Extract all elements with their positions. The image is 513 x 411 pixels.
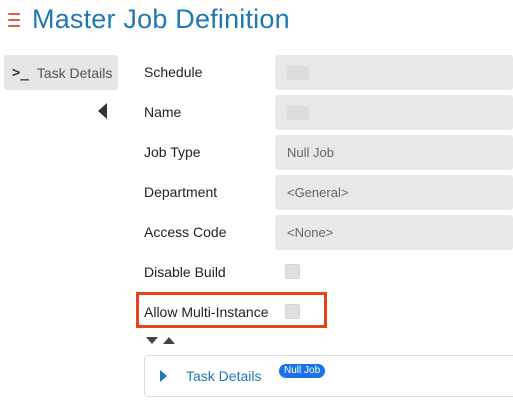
access-code-label: Access Code <box>144 224 227 240</box>
schedule-field[interactable] <box>275 55 513 90</box>
name-value <box>287 105 309 120</box>
job-type-field[interactable]: Null Job <box>275 135 513 170</box>
hamburger-menu-icon[interactable] <box>8 13 20 27</box>
job-type-label: Job Type <box>144 144 201 160</box>
disable-build-checkbox[interactable] <box>285 264 300 279</box>
schedule-value <box>287 65 309 80</box>
terminal-icon: >_ <box>12 64 29 81</box>
triangle-down-icon[interactable] <box>146 337 158 344</box>
department-value: <General> <box>287 185 349 200</box>
department-select[interactable]: <General> <box>275 175 513 210</box>
access-code-value: <None> <box>287 225 334 240</box>
schedule-label: Schedule <box>144 64 203 80</box>
triangle-up-icon[interactable] <box>163 337 175 344</box>
job-type-badge: Null Job <box>279 364 326 378</box>
caret-left-icon[interactable] <box>98 103 107 119</box>
highlight-box <box>136 292 327 328</box>
department-label: Department <box>144 184 218 200</box>
name-field[interactable] <box>275 95 513 130</box>
sidebar-tab-label: Task Details <box>36 64 113 81</box>
name-label: Name <box>144 104 182 120</box>
page-title: Master Job Definition <box>32 4 290 34</box>
task-details-panel-label[interactable]: Task Details <box>186 368 261 384</box>
sidebar-tab-task-details[interactable]: >_ Task Details <box>4 55 118 90</box>
caret-right-icon[interactable] <box>160 370 167 382</box>
disable-build-label: Disable Build <box>144 264 226 280</box>
job-type-value: Null Job <box>287 145 334 160</box>
access-code-select[interactable]: <None> <box>275 215 513 250</box>
